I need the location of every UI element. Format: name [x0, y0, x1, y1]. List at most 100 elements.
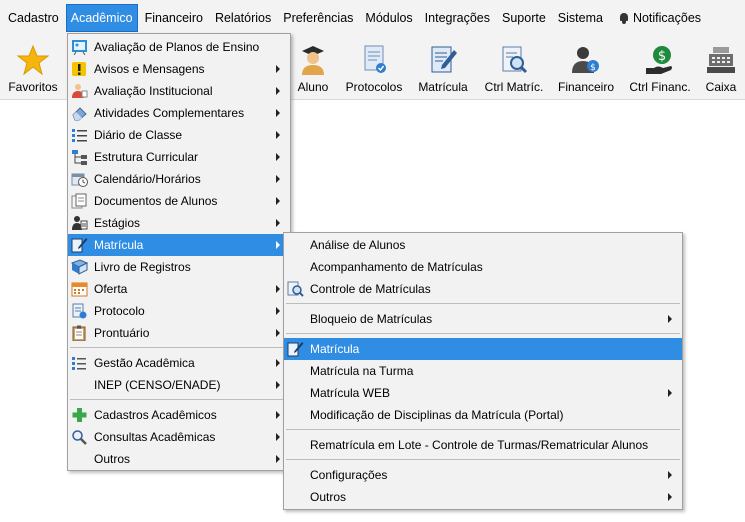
- submenu-item-rematricula-lote[interactable]: Rematrícula em Lote - Controle de Turmas…: [284, 434, 682, 456]
- warning-icon: [71, 61, 88, 77]
- submenu-arrow-icon: [276, 433, 280, 441]
- menu-item-label: Oferta: [94, 282, 128, 296]
- bell-icon: [619, 12, 629, 24]
- menu-item-label: Controle de Matrículas: [310, 282, 431, 296]
- calendar-clock-icon: [71, 171, 88, 187]
- book-icon: [70, 259, 89, 275]
- menu-item-label: Cadastros Acadêmicos: [94, 408, 217, 422]
- plan-evaluation-icon: [71, 39, 88, 56]
- menu-item-label: Matrícula WEB: [310, 386, 391, 400]
- list-icon: [71, 127, 88, 143]
- submenu-item-matricula-web[interactable]: Matrícula WEB: [284, 382, 682, 404]
- menu-item-calendario-horarios[interactable]: Calendário/Horários: [68, 168, 290, 190]
- submenu-arrow-icon: [276, 153, 280, 161]
- submenu-item-controle-matriculas[interactable]: Controle de Matrículas: [284, 278, 682, 300]
- submenu-item-acompanhamento[interactable]: Acompanhamento de Matrículas: [284, 256, 682, 278]
- protocolos-label: Protocolos: [345, 80, 403, 94]
- submenu-item-bloqueio[interactable]: Bloqueio de Matrículas: [284, 308, 682, 330]
- menu-separator: [284, 426, 682, 434]
- svg-text:$: $: [658, 49, 666, 64]
- ctrl-financ-button[interactable]: $ Ctrl Financ.: [626, 40, 694, 96]
- menu-item-diario-classe[interactable]: Diário de Classe: [68, 124, 290, 146]
- menu-item-documentos-alunos[interactable]: Documentos de Alunos: [68, 190, 290, 212]
- menu-item-label: INEP (CENSO/ENADE): [94, 378, 221, 392]
- submenu-item-matricula-turma[interactable]: Matrícula na Turma: [284, 360, 682, 382]
- menu-item-avaliacao-institucional[interactable]: Avaliação Institucional: [68, 80, 290, 102]
- menu-item-label: Configurações: [310, 468, 388, 482]
- evaluation-person-icon: [71, 83, 88, 99]
- menu-item-cadastros-academicos[interactable]: Cadastros Acadêmicos: [68, 404, 290, 426]
- menu-item-protocolo[interactable]: Protocolo: [68, 300, 290, 322]
- submenu-item-configuracoes[interactable]: Configurações: [284, 464, 682, 486]
- menu-item-prontuario[interactable]: Prontuário: [68, 322, 290, 344]
- submenu-arrow-icon: [276, 455, 280, 463]
- menu-separator: [284, 456, 682, 464]
- submenu-arrow-icon: [668, 315, 672, 323]
- ctrl-matric-label: Ctrl Matríc.: [484, 80, 544, 94]
- control-search-icon: [497, 44, 531, 76]
- menu-item-label: Atividades Complementares: [94, 106, 245, 120]
- menu-suporte[interactable]: Suporte: [498, 5, 550, 31]
- menu-integracoes[interactable]: Integrações: [421, 5, 494, 31]
- matricula-button[interactable]: Matrícula: [414, 40, 472, 96]
- favoritos-label: Favoritos: [8, 80, 58, 94]
- menu-item-label: Matrícula na Turma: [310, 364, 414, 378]
- enrollment-pen-icon: [287, 341, 304, 357]
- menu-item-label: Livro de Registros: [94, 260, 191, 274]
- menu-item-label: Gestão Acadêmica: [94, 356, 195, 370]
- submenu-arrow-icon: [668, 471, 672, 479]
- menu-item-avisos[interactable]: Avisos e Mensagens: [68, 58, 290, 80]
- star-icon: [16, 44, 50, 76]
- caixa-button[interactable]: Caixa: [702, 40, 740, 96]
- submenu-arrow-icon: [276, 359, 280, 367]
- menu-item-avaliacao-planos[interactable]: Avaliação de Planos de Ensino: [68, 36, 290, 58]
- matricula-submenu: Análise de Alunos Acompanhamento de Matr…: [283, 232, 683, 510]
- intern-icon: [71, 215, 88, 231]
- cash-register-icon: [704, 44, 738, 76]
- menu-sistema[interactable]: Sistema: [554, 5, 607, 31]
- menu-item-estrutura-curricular[interactable]: Estrutura Curricular: [68, 146, 290, 168]
- documents-icon: [71, 193, 88, 209]
- menu-preferencias[interactable]: Preferências: [279, 5, 357, 31]
- ctrl-matric-button[interactable]: Ctrl Matríc.: [481, 40, 547, 96]
- submenu-item-analise-alunos[interactable]: Análise de Alunos: [284, 234, 682, 256]
- submenu-item-matricula[interactable]: Matrícula: [284, 338, 682, 360]
- menu-item-label: Outros: [94, 452, 131, 466]
- menu-separator: [284, 300, 682, 308]
- submenu-item-outros[interactable]: Outros: [284, 486, 682, 508]
- submenu-arrow-icon: [276, 329, 280, 337]
- menu-item-label: Documentos de Alunos: [94, 194, 218, 208]
- menu-notificacoes[interactable]: Notificações: [615, 5, 705, 31]
- notificacoes-label: Notificações: [632, 11, 702, 25]
- menu-separator: [68, 344, 290, 352]
- menu-item-matricula[interactable]: Matrícula: [68, 234, 290, 256]
- favoritos-button[interactable]: Favoritos: [6, 40, 60, 96]
- menu-cadastro[interactable]: Cadastro: [4, 5, 63, 31]
- protocolos-button[interactable]: Protocolos: [343, 40, 405, 96]
- menu-item-livro-registros[interactable]: Livro de Registros: [68, 256, 290, 278]
- submenu-arrow-icon: [276, 109, 280, 117]
- menu-financeiro[interactable]: Financeiro: [141, 5, 207, 31]
- menu-item-label: Matrícula: [310, 342, 360, 356]
- submenu-arrow-icon: [668, 493, 672, 501]
- menu-item-estagios[interactable]: Estágios: [68, 212, 290, 234]
- menu-item-consultas-academicas[interactable]: Consultas Acadêmicas: [68, 426, 290, 448]
- app-window: Cadastro Acadêmico Financeiro Relatórios…: [0, 0, 745, 522]
- menu-item-label: Avisos e Mensagens: [94, 62, 205, 76]
- menu-item-label: Protocolo: [94, 304, 145, 318]
- financeiro-button[interactable]: $ Financeiro: [556, 40, 616, 96]
- menu-modulos[interactable]: Módulos: [361, 5, 416, 31]
- menu-relatorios[interactable]: Relatórios: [211, 5, 275, 31]
- menu-item-label: Avaliação Institucional: [94, 84, 213, 98]
- menu-academico[interactable]: Acadêmico: [65, 4, 138, 32]
- menu-item-inep[interactable]: INEP (CENSO/ENADE): [68, 374, 290, 396]
- menu-item-gestao-academica[interactable]: Gestão Acadêmica: [68, 352, 290, 374]
- svg-text:$: $: [590, 63, 596, 73]
- submenu-arrow-icon: [276, 175, 280, 183]
- submenu-item-modificacao-disciplinas[interactable]: Modificação de Disciplinas da Matrícula …: [284, 404, 682, 426]
- aluno-button[interactable]: Aluno: [293, 40, 333, 96]
- menu-item-atividades-complementares[interactable]: Atividades Complementares: [68, 102, 290, 124]
- menu-item-oferta[interactable]: Oferta: [68, 278, 290, 300]
- menu-item-outros[interactable]: Outros: [68, 448, 290, 470]
- menu-item-label: Análise de Alunos: [310, 238, 406, 252]
